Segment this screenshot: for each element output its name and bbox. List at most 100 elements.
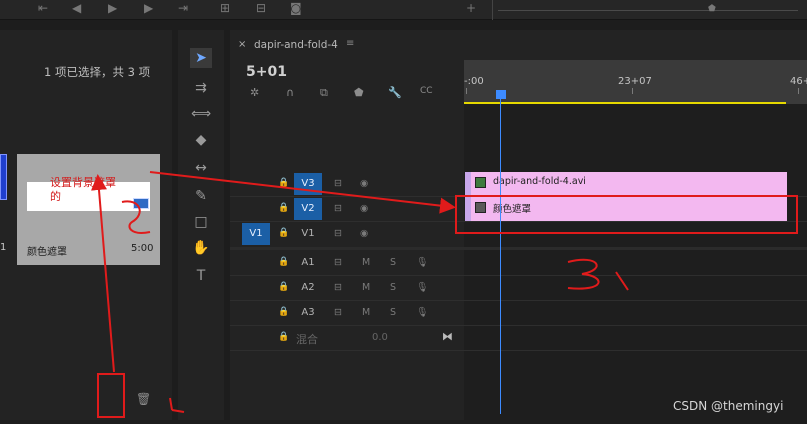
go-to-end-icon[interactable]: ⧓ — [442, 330, 453, 343]
captions-icon[interactable]: CC — [420, 86, 433, 96]
time-ruler[interactable]: -:00 23+07 46+ — [464, 60, 807, 104]
snap-icon[interactable]: ∩ — [286, 86, 294, 99]
go-to-out-icon[interactable]: ⇥ — [178, 1, 188, 15]
panel-menu-icon[interactable]: ≡ — [346, 38, 354, 49]
sync-lock-icon[interactable]: ⊟ — [334, 228, 342, 239]
clip-handle[interactable] — [465, 172, 471, 196]
microphone-icon[interactable]: 🎙 — [416, 307, 428, 318]
track-header-v3: 🔒 V3 ⊟ ◉ — [230, 172, 464, 196]
ruler-label-mid: 23+07 — [618, 76, 652, 87]
selection-tool-icon[interactable]: ➤ — [190, 48, 212, 68]
go-to-in-icon[interactable]: ⇤ — [38, 1, 48, 15]
lock-icon[interactable]: 🔒 — [278, 178, 289, 188]
microphone-icon[interactable]: 🎙 — [416, 257, 428, 268]
track-header-a1: 🔒 A1 ⊟ M S 🎙 — [230, 251, 464, 275]
track-header-v2: 🔒 V2 ⊟ ◉ — [230, 197, 464, 221]
mute-button[interactable]: M — [362, 282, 370, 293]
ruler-tick — [632, 88, 633, 94]
sync-lock-icon[interactable]: ⊟ — [334, 178, 342, 189]
playhead-handle[interactable] — [496, 90, 506, 99]
lock-icon[interactable]: 🔒 — [278, 282, 289, 292]
track-separator — [230, 275, 807, 276]
track-target-v1[interactable]: V1 — [294, 223, 322, 245]
sequence-name[interactable]: dapir-and-fold-4 — [254, 39, 338, 51]
eye-icon[interactable]: ◉ — [360, 228, 368, 239]
track-area[interactable] — [464, 104, 807, 420]
track-header-a2: 🔒 A2 ⊟ M S 🎙 — [230, 276, 464, 300]
track-header-v1: V1 🔒 V1 ⊟ ◉ — [230, 222, 464, 246]
type-tool-icon[interactable]: T — [190, 266, 212, 286]
lock-icon[interactable]: 🔒 — [278, 332, 289, 342]
watermark: CSDN @themingyi — [673, 399, 784, 413]
trash-icon[interactable]: 🗑 — [136, 392, 151, 406]
timeline-tab[interactable]: × dapir-and-fold-4 ≡ — [230, 30, 807, 58]
color-matte-thumbnail[interactable]: 设置背景遮罩的 颜色遮罩 5:00 — [17, 154, 160, 265]
annotation-text: 设置背景遮罩的 — [50, 176, 116, 203]
track-separator — [230, 350, 807, 351]
track-header-a3: 🔒 A3 ⊟ M S 🎙 — [230, 301, 464, 325]
track-target-v2[interactable]: V2 — [294, 198, 322, 220]
rectangle-tool-icon[interactable]: □ — [190, 212, 212, 232]
razor-tool-icon[interactable]: ◆ — [190, 130, 212, 150]
timeline-toolbar: ✲ ∩ ⧉ ⬟ 🔧 CC — [244, 86, 464, 102]
add-marker-icon[interactable]: ⬟ — [354, 86, 364, 99]
track-target-v3[interactable]: V3 — [294, 173, 322, 195]
lock-icon[interactable]: 🔒 — [278, 307, 289, 317]
linked-selection-icon[interactable]: ⧉ — [320, 86, 328, 100]
annotation-box-new-item — [97, 373, 125, 418]
playhead-line[interactable] — [500, 99, 501, 414]
hand-tool-icon[interactable]: ✋ — [190, 238, 212, 258]
solo-button[interactable]: S — [390, 307, 396, 318]
settings-wrench-icon[interactable]: 🔧 — [388, 86, 402, 99]
sync-lock-icon[interactable]: ⊟ — [334, 282, 342, 293]
ripple-edit-tool-icon[interactable]: ⟺ — [190, 104, 212, 124]
slip-tool-icon[interactable]: ↔ — [190, 158, 212, 178]
close-icon[interactable]: × — [238, 39, 246, 50]
eye-icon[interactable]: ◉ — [360, 203, 368, 214]
ruler-label-end: 46+ — [790, 76, 807, 87]
track-target-a3[interactable]: A3 — [294, 302, 322, 324]
play-icon[interactable]: ▶ — [108, 1, 117, 15]
ruler-tick — [798, 88, 799, 94]
pen-tool-icon[interactable]: ✎ — [190, 186, 212, 206]
clip-type-icon — [133, 198, 149, 209]
sync-lock-icon[interactable]: ⊟ — [334, 307, 342, 318]
eye-icon[interactable]: ◉ — [360, 178, 368, 189]
clip-v3-avi[interactable]: dapir-and-fold-4.avi — [465, 172, 787, 196]
microphone-icon[interactable]: 🎙 — [416, 282, 428, 293]
track-target-a1[interactable]: A1 — [294, 252, 322, 274]
track-target-a2[interactable]: A2 — [294, 277, 322, 299]
playhead-timecode[interactable]: 5+01 — [246, 64, 287, 80]
track-header-mix: 🔒 混合 0.0 ⧓ — [230, 326, 464, 350]
mix-label: 混合 — [296, 333, 318, 346]
mix-volume[interactable]: 0.0 — [372, 332, 388, 343]
annotation-box-timeline-clip — [455, 195, 798, 234]
selection-info: 1 项已选择，共 3 项 — [44, 65, 151, 79]
ruler-tick — [466, 88, 467, 94]
step-forward-icon[interactable]: ▶ — [144, 1, 153, 15]
sync-lock-icon[interactable]: ⊟ — [334, 257, 342, 268]
lock-icon[interactable]: 🔒 — [278, 228, 289, 238]
transport-bar: ⇤ ◀ ▶ ▶ ⇥ ⊞ ⊟ ◙ + ⬟ — [0, 0, 807, 20]
marker-icon[interactable]: ⬟ — [708, 2, 716, 16]
extract-icon[interactable]: ⊟ — [256, 1, 266, 15]
project-panel: 1 设置背景遮罩的 颜色遮罩 5:00 ▥ ⌕ ▬ ◧ — [0, 30, 172, 424]
solo-button[interactable]: S — [390, 257, 396, 268]
sync-lock-icon[interactable]: ⊟ — [334, 203, 342, 214]
partial-thumbnail[interactable] — [0, 154, 7, 200]
lock-icon[interactable]: 🔒 — [278, 203, 289, 213]
fx-badge-icon — [475, 177, 486, 188]
track-select-tool-icon[interactable]: ⇉ — [190, 78, 212, 98]
mute-button[interactable]: M — [362, 257, 370, 268]
mute-button[interactable]: M — [362, 307, 370, 318]
solo-button[interactable]: S — [390, 282, 396, 293]
nest-icon[interactable]: ✲ — [250, 86, 259, 99]
partial-clip-index: 1 — [0, 242, 7, 253]
add-button-icon[interactable]: + — [466, 1, 476, 15]
lock-icon[interactable]: 🔒 — [278, 257, 289, 267]
tools-panel: ➤ ⇉ ⟺ ◆ ↔ ✎ □ ✋ T — [178, 30, 224, 420]
camera-icon[interactable]: ◙ — [290, 1, 302, 15]
step-back-icon[interactable]: ◀ — [72, 1, 81, 15]
source-patch-v1[interactable]: V1 — [242, 223, 270, 245]
lift-icon[interactable]: ⊞ — [220, 1, 230, 15]
